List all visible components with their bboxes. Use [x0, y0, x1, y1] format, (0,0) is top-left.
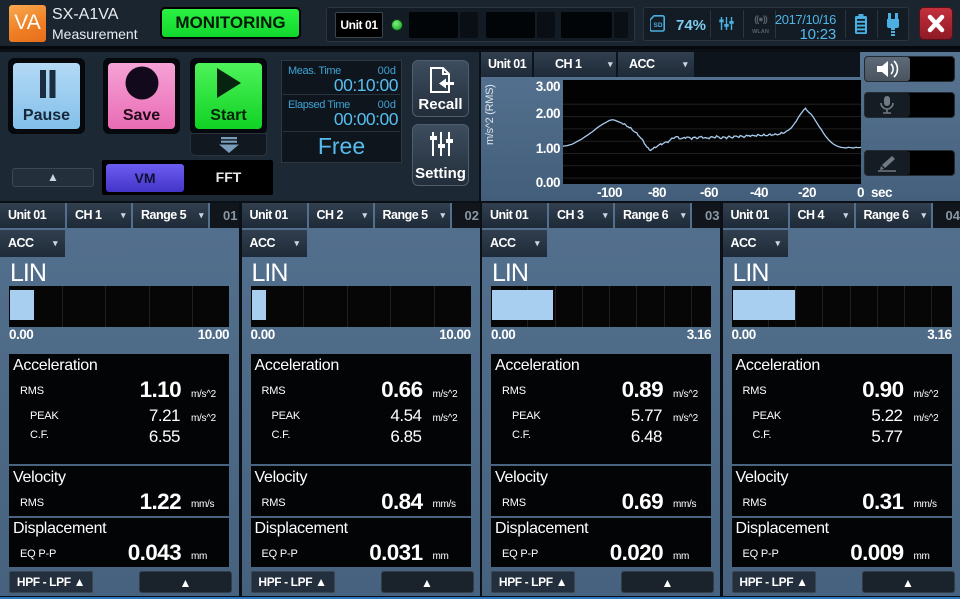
svg-text:SD: SD [653, 22, 662, 29]
